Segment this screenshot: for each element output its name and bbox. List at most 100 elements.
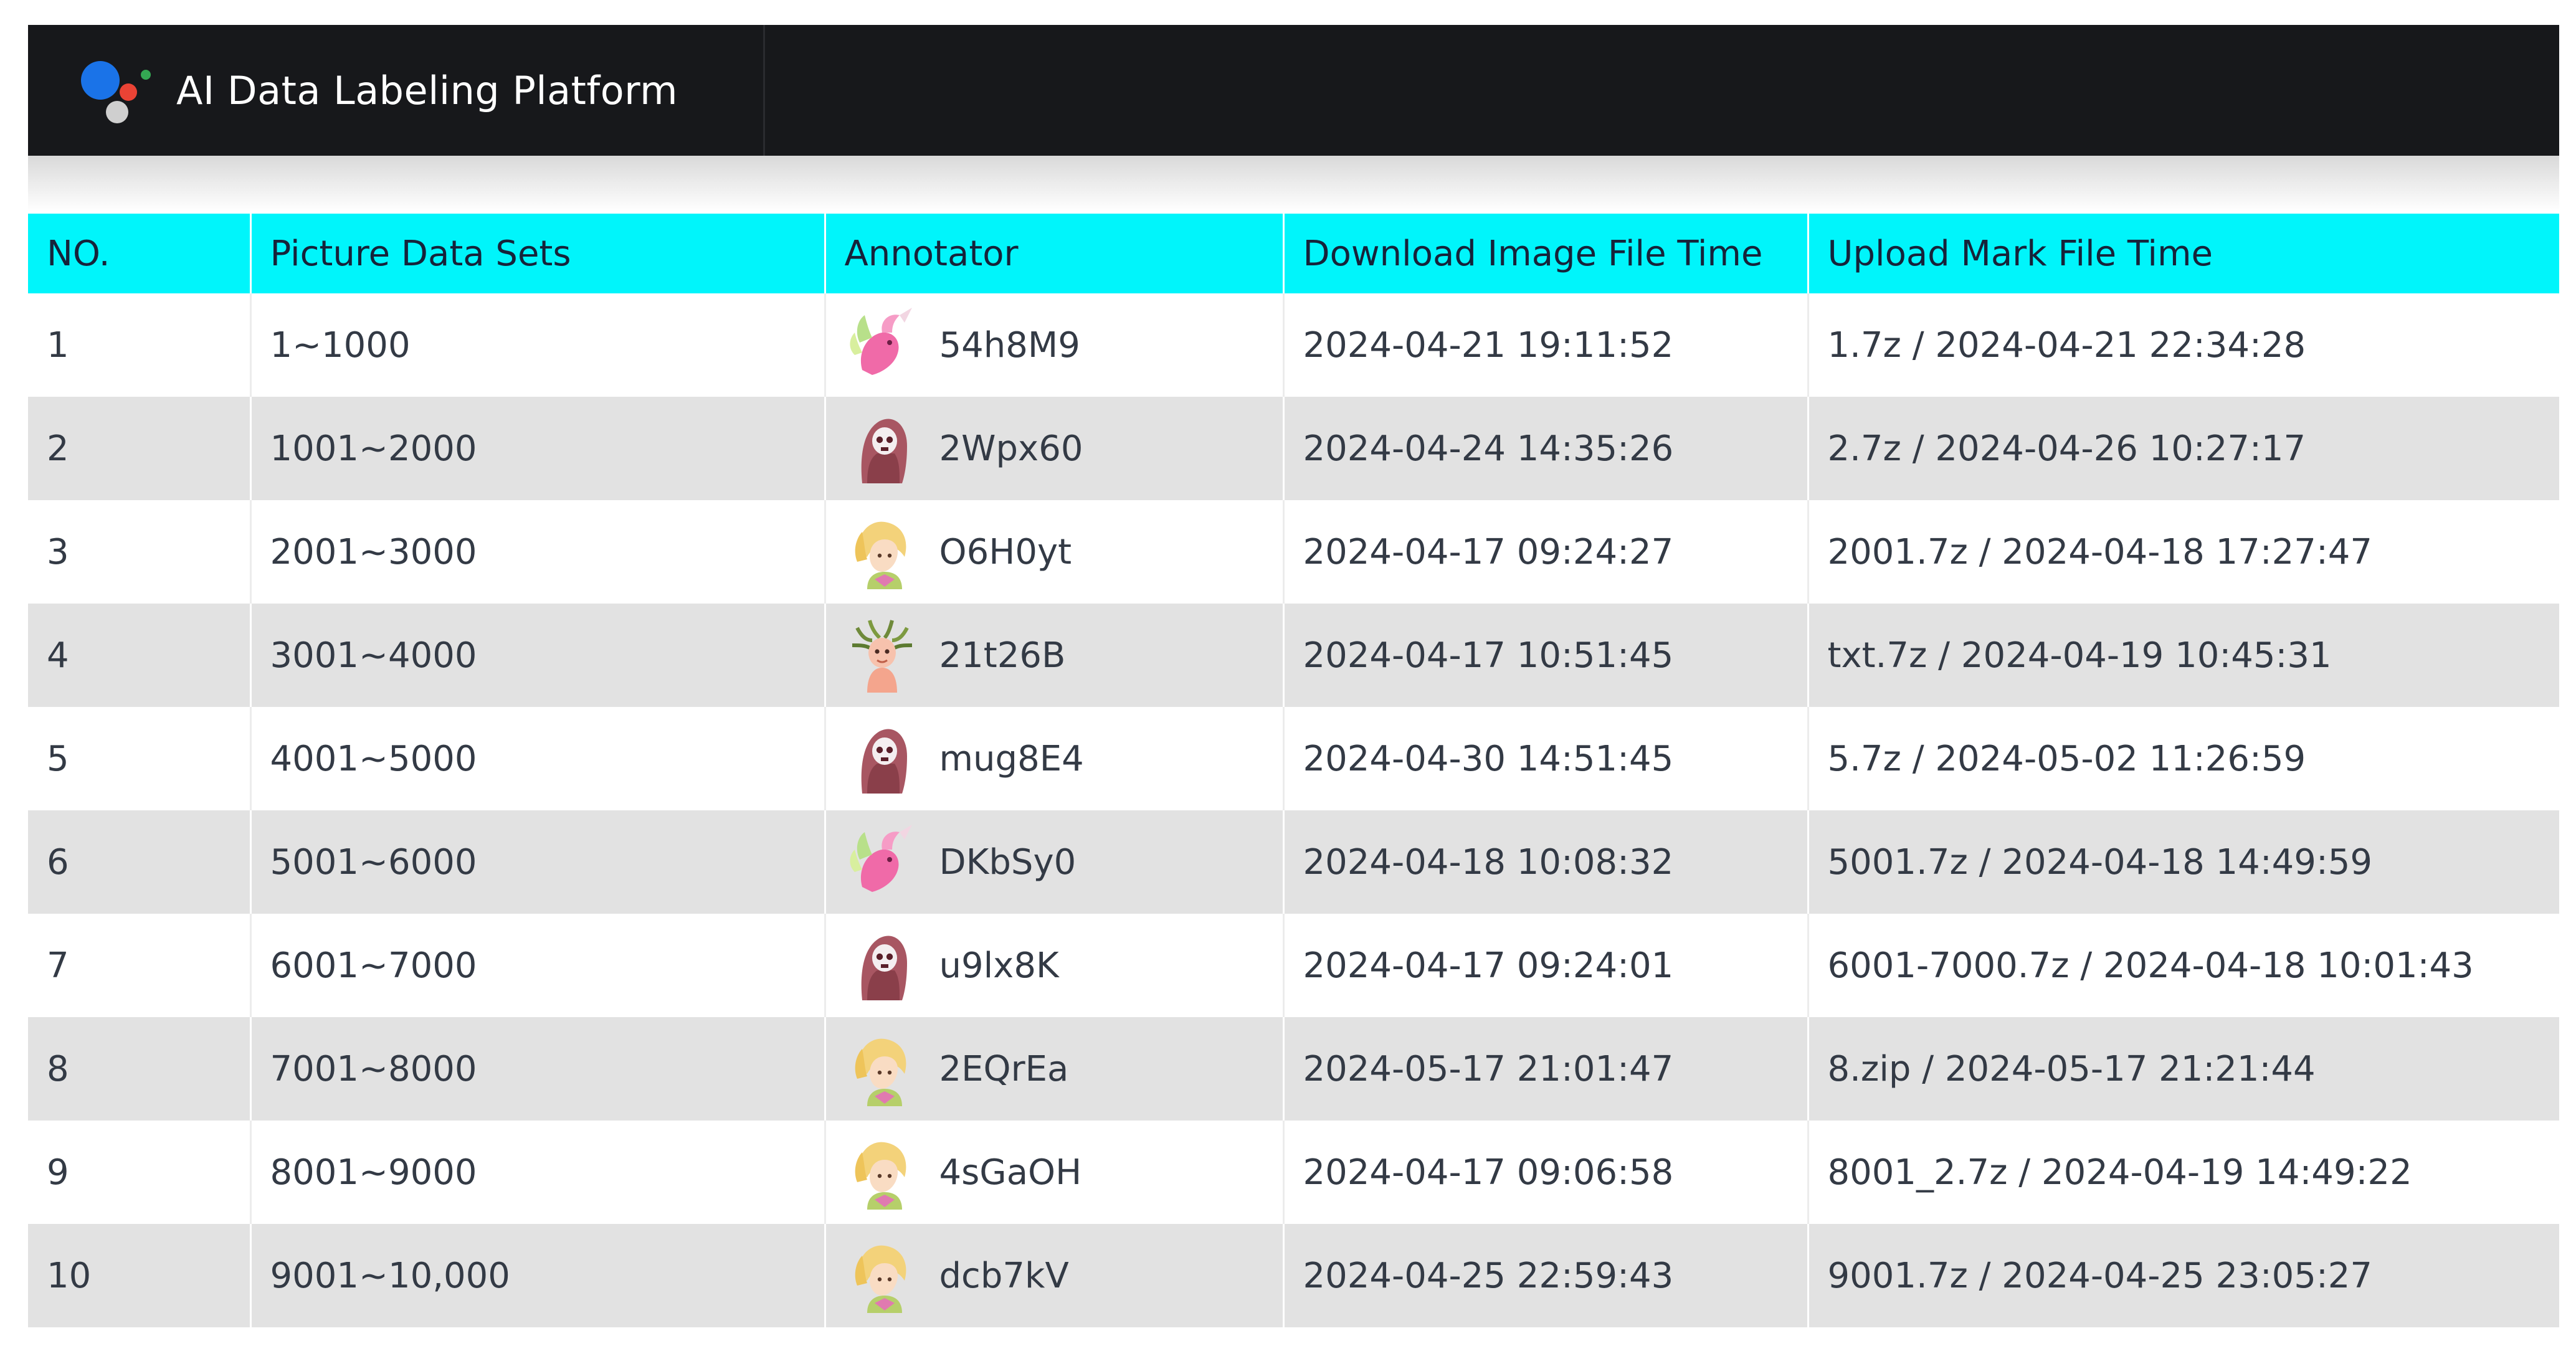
cell-download-time: 2024-04-17 09:24:01 [1283,914,1809,1017]
medusa-avatar [852,620,912,693]
upload-file-time[interactable]: 6001-7000.7z / 2024-04-18 10:01:43 [1828,946,2474,986]
table-row[interactable]: 5 4001~5000 mug8E4 2024-04-30 14:51:45 5… [28,707,2559,810]
cell-picture-data-set: 7001~8000 [250,1017,826,1121]
row-number: 2 [47,428,69,469]
picture-data-set: 8001~9000 [270,1152,477,1193]
cell-upload-file: 5.7z / 2024-05-02 11:26:59 [1808,707,2559,810]
annotator-info: DKbSy0 [845,822,1283,903]
blonde-girl-avatar [855,1038,906,1106]
picture-data-set: 9001~10,000 [270,1255,510,1296]
column-header-upload-time[interactable]: Upload Mark File Time [1808,214,2559,293]
cell-no: 7 [28,914,252,1017]
download-time: 2024-04-17 10:51:45 [1303,635,1674,676]
annotator-name: mug8E4 [939,738,1084,779]
table-row[interactable]: 7 6001~7000 u9lx8K 2024-04-17 09:24:01 6… [28,914,2559,1017]
cell-annotator: 21t26B [825,604,1285,707]
upload-file-time[interactable]: 2.7z / 2024-04-26 10:27:17 [1828,429,2306,469]
table-row[interactable]: 1 1~1000 54h8M9 2024-04-21 19:11:52 1.7z… [28,293,2559,397]
cell-download-time: 2024-05-17 21:01:47 [1283,1017,1809,1121]
column-header-download-time[interactable]: Download Image File Time [1283,214,1809,293]
cell-picture-data-set: 8001~9000 [250,1121,826,1224]
cell-no: 6 [28,810,252,914]
cell-download-time: 2024-04-17 09:24:27 [1283,500,1809,604]
assistant-dots-logo-icon [81,56,153,125]
table-header-row: NO. Picture Data Sets Annotator Download… [28,214,2559,293]
row-number: 5 [47,738,69,779]
picture-data-set: 2001~3000 [270,531,477,572]
table-row[interactable]: 10 9001~10,000 dcb7kV 2024-04-25 22:59:4… [28,1224,2559,1327]
annotator-info: 21t26B [845,615,1283,696]
cell-download-time: 2024-04-18 10:08:32 [1283,810,1809,914]
annotator-name: 4sGaOH [939,1152,1082,1193]
download-time: 2024-04-24 14:35:26 [1303,428,1674,469]
upload-file-time[interactable]: 2001.7z / 2024-04-18 17:27:47 [1828,532,2373,572]
cell-picture-data-set: 9001~10,000 [250,1224,826,1327]
cell-picture-data-set: 2001~3000 [250,500,826,604]
upload-file-time[interactable]: 1.7z / 2024-04-21 22:34:28 [1828,325,2306,366]
row-number: 4 [47,635,69,676]
column-header-annotator[interactable]: Annotator [825,214,1285,293]
cell-no: 8 [28,1017,252,1121]
picture-data-set: 5001~6000 [270,841,477,883]
row-number: 6 [47,841,69,883]
row-number: 10 [47,1255,92,1296]
download-time: 2024-05-17 21:01:47 [1303,1048,1674,1089]
cell-annotator: 54h8M9 [825,293,1285,397]
upload-file-time[interactable]: 8001_2.7z / 2024-04-19 14:49:22 [1828,1152,2412,1193]
annotator-name: 54h8M9 [939,325,1080,366]
cell-download-time: 2024-04-24 14:35:26 [1283,397,1809,500]
download-time: 2024-04-30 14:51:45 [1303,738,1674,779]
table-row[interactable]: 2 1001~2000 2Wpx60 2024-04-24 14:35:26 2… [28,397,2559,500]
annotator-name: O6H0yt [939,531,1072,572]
cell-annotator: u9lx8K [825,914,1285,1017]
header-shadow [28,156,2559,212]
upload-file-time[interactable]: 8.zip / 2024-05-17 21:21:44 [1828,1049,2316,1089]
cell-annotator: O6H0yt [825,500,1285,604]
cell-download-time: 2024-04-21 19:11:52 [1283,293,1809,397]
row-number: 7 [47,945,69,986]
annotator-name: 2Wpx60 [939,428,1083,469]
cell-annotator: dcb7kV [825,1224,1285,1327]
brand[interactable]: AI Data Labeling Platform [81,25,678,156]
cell-download-time: 2024-04-17 10:51:45 [1283,604,1809,707]
download-time: 2024-04-17 09:06:58 [1303,1152,1674,1193]
row-number: 9 [47,1152,69,1193]
cell-no: 2 [28,397,252,500]
row-number: 8 [47,1048,69,1089]
annotator-info: mug8E4 [845,718,1283,799]
annotator-info: O6H0yt [845,511,1283,592]
annotator-name: DKbSy0 [939,841,1077,883]
table-row[interactable]: 9 8001~9000 4sGaOH 2024-04-17 09:06:58 8… [28,1121,2559,1224]
cell-download-time: 2024-04-17 09:06:58 [1283,1121,1809,1224]
download-time: 2024-04-17 09:24:01 [1303,945,1674,986]
cell-picture-data-set: 3001~4000 [250,604,826,707]
annotator-info: 2EQrEa [845,1028,1283,1109]
table-row[interactable]: 6 5001~6000 DKbSy0 2024-04-18 10:08:32 5… [28,810,2559,914]
cell-annotator: 2Wpx60 [825,397,1285,500]
cell-picture-data-set: 4001~5000 [250,707,826,810]
download-time: 2024-04-17 09:24:27 [1303,531,1674,572]
pink-unicorn-avatar [849,825,912,892]
upload-file-time[interactable]: 5001.7z / 2024-04-18 14:49:59 [1828,842,2373,883]
app-title: AI Data Labeling Platform [176,67,678,113]
annotation-table: NO. Picture Data Sets Annotator Download… [28,214,2559,1327]
upload-file-time[interactable]: 5.7z / 2024-05-02 11:26:59 [1828,739,2306,779]
annotator-name: 21t26B [939,635,1066,676]
upload-file-time[interactable]: 9001.7z / 2024-04-25 23:05:27 [1828,1256,2373,1296]
picture-data-set: 1001~2000 [270,428,477,469]
upload-file-time[interactable]: txt.7z / 2024-04-19 10:45:31 [1828,635,2332,676]
column-header-no[interactable]: NO. [28,214,252,293]
cell-picture-data-set: 1001~2000 [250,397,826,500]
cell-download-time: 2024-04-30 14:51:45 [1283,707,1809,810]
hooded-skull-avatar [861,936,907,1000]
cell-annotator: 2EQrEa [825,1017,1285,1121]
column-header-picture-data-sets[interactable]: Picture Data Sets [250,214,826,293]
cell-upload-file: 8.zip / 2024-05-17 21:21:44 [1808,1017,2559,1121]
table-row[interactable]: 3 2001~3000 O6H0yt 2024-04-17 09:24:27 2… [28,500,2559,604]
picture-data-set: 4001~5000 [270,738,477,779]
picture-data-set: 6001~7000 [270,945,477,986]
table-row[interactable]: 4 3001~4000 21t26B 2024-04-17 10:51:45 t… [28,604,2559,707]
picture-data-set: 1~1000 [270,325,411,366]
table-row[interactable]: 8 7001~8000 2EQrEa 2024-05-17 21:01:47 8… [28,1017,2559,1121]
cell-upload-file: txt.7z / 2024-04-19 10:45:31 [1808,604,2559,707]
